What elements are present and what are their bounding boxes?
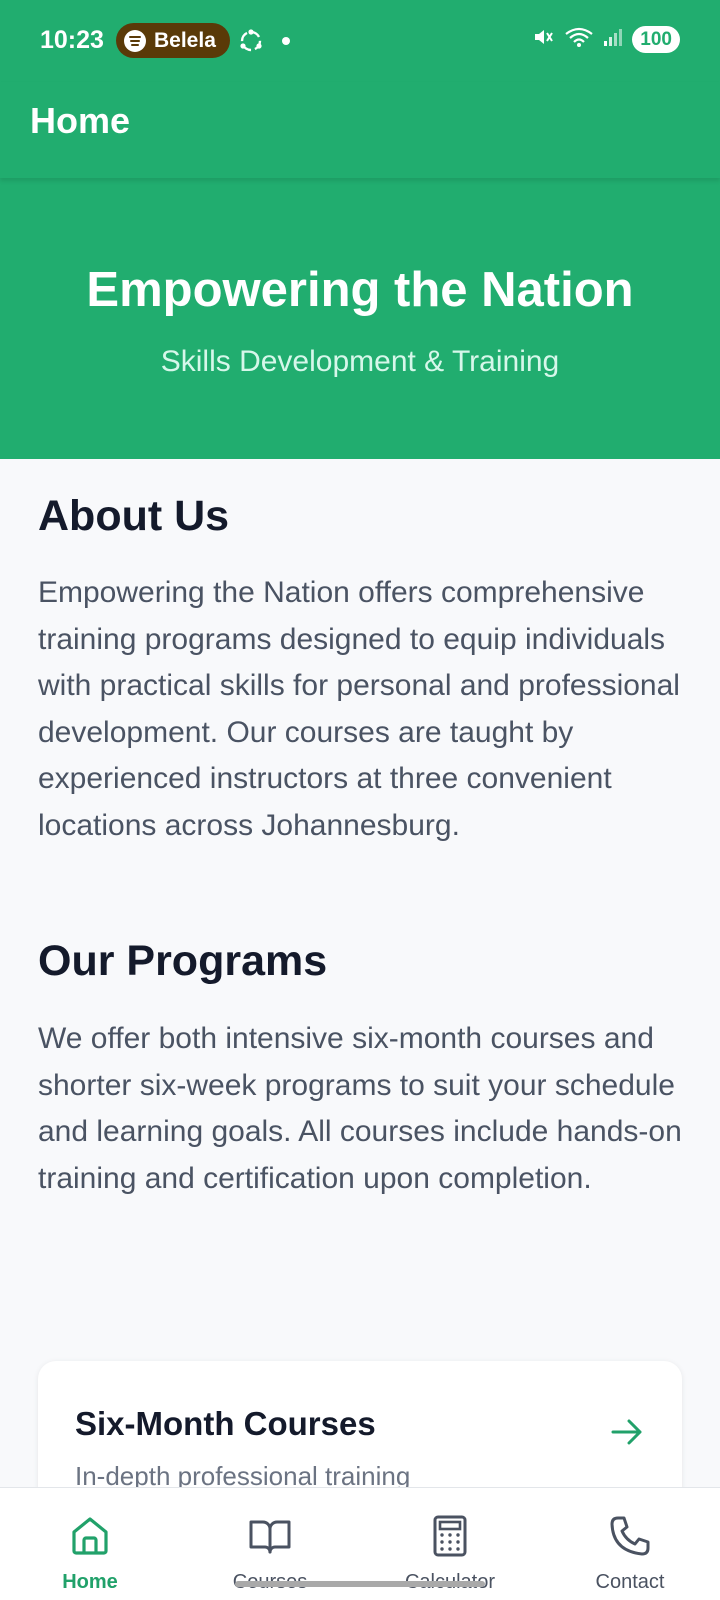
battery-icon: 100: [632, 26, 680, 53]
status-bar: 10:23 Belela 100: [0, 0, 720, 82]
spotify-track-label: Belela: [154, 28, 216, 52]
nav-item-contact[interactable]: Contact: [540, 1488, 720, 1600]
hero-banner: Empowering the Nation Skills Development…: [0, 178, 720, 459]
signal-icon: [604, 27, 623, 52]
sync-icon: [238, 28, 264, 59]
phone-icon: [608, 1514, 652, 1563]
hero-title: Empowering the Nation: [86, 263, 634, 317]
wifi-icon: [564, 26, 594, 53]
page-title: Home: [30, 100, 131, 141]
home-indicator[interactable]: [235, 1581, 485, 1587]
mute-icon: [532, 26, 554, 53]
calculator-icon: [428, 1514, 472, 1563]
home-icon: [68, 1514, 112, 1563]
card-title: Six-Month Courses: [75, 1405, 376, 1442]
nav-label-contact: Contact: [595, 1571, 665, 1593]
status-time: 10:23: [40, 26, 104, 54]
book-icon: [248, 1514, 292, 1563]
arrow-right-icon[interactable]: [610, 1417, 644, 1452]
about-title: About Us: [38, 492, 230, 540]
notification-dot-icon: [282, 37, 290, 45]
spotify-icon: [124, 29, 146, 52]
spotify-media-pill[interactable]: Belela: [116, 23, 230, 58]
hero-subtitle: Skills Development & Training: [160, 345, 560, 378]
status-indicators: 100: [532, 26, 680, 53]
programs-title: Our Programs: [38, 937, 328, 985]
about-body: Empowering the Nation offers comprehensi…: [38, 576, 680, 842]
nav-label-home: Home: [62, 1571, 118, 1593]
app-bar: Home: [0, 82, 720, 178]
nav-item-home[interactable]: Home: [0, 1488, 180, 1600]
programs-body: We offer both intensive six-month course…: [38, 1022, 682, 1195]
